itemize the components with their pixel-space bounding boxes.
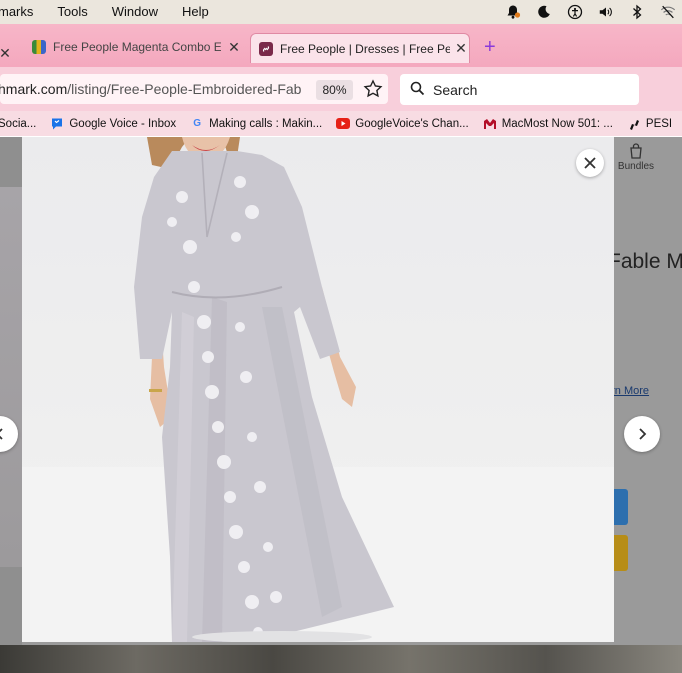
bag-icon xyxy=(630,143,642,159)
bookmark-macmost[interactable]: MacMost Now 501: ... xyxy=(483,117,613,131)
close-icon[interactable]: ✕ xyxy=(227,39,241,56)
bookmark-label: Google Voice - Inbox xyxy=(69,117,177,130)
bookmark-label: Socia... xyxy=(0,117,37,130)
close-lightbox-button[interactable] xyxy=(576,149,604,177)
tab-free-people-magenta[interactable]: Free People Magenta Combo Em ✕ xyxy=(32,32,244,62)
bookmark-making-calls[interactable]: G Making calls : Makin... xyxy=(190,117,322,131)
url-path: /listing/Free-People-Embroidered-Fab xyxy=(67,81,302,97)
menu-window[interactable]: Window xyxy=(100,0,170,24)
tab-title: Free People | Dresses | Free Peo xyxy=(280,41,450,56)
menu-tools[interactable]: Tools xyxy=(45,0,99,24)
bundles-label: Bundles xyxy=(617,161,655,172)
search-placeholder: Search xyxy=(433,81,478,98)
bookmark-label: PESI xyxy=(645,117,673,130)
next-image-button[interactable] xyxy=(624,416,660,452)
macmost-icon xyxy=(483,117,497,131)
chevron-left-icon xyxy=(0,428,3,440)
bookmark-pesi[interactable]: PESI xyxy=(627,117,672,131)
listing-title: Fable M xyxy=(608,250,682,273)
google-voice-icon xyxy=(50,117,64,131)
tab-close-partial[interactable]: ✕ xyxy=(0,38,12,68)
tab-title: Free People Magenta Combo Em xyxy=(53,40,221,54)
listing-gallery-peek xyxy=(0,137,22,645)
search-icon xyxy=(410,81,425,99)
close-icon xyxy=(584,157,596,169)
bookmark-google-voice[interactable]: Google Voice - Inbox xyxy=(50,117,176,131)
new-tab-button[interactable]: + xyxy=(484,37,496,57)
bookmark-social[interactable]: Socia... xyxy=(0,118,36,130)
bookmarks-bar: Socia... Google Voice - Inbox G Making c… xyxy=(0,111,682,136)
zoom-badge[interactable]: 80% xyxy=(316,80,353,100)
volume-icon[interactable] xyxy=(598,4,614,20)
buy-now-button[interactable] xyxy=(612,489,628,525)
link-icon xyxy=(259,41,273,56)
bundles-link[interactable]: Bundles xyxy=(614,142,658,172)
bookmark-label: MacMost Now 501: ... xyxy=(501,117,613,130)
close-icon[interactable]: ✕ xyxy=(454,40,468,57)
tab-free-people-dresses[interactable]: Free People | Dresses | Free Peo ✕ xyxy=(250,33,470,63)
bookmark-label: Making calls : Makin... xyxy=(209,117,323,130)
pesi-icon xyxy=(627,117,641,131)
shopping-bag-icon xyxy=(32,40,46,54)
search-input[interactable]: Search xyxy=(400,74,639,105)
moon-icon[interactable] xyxy=(536,4,552,20)
dress-photo-illustration xyxy=(22,137,614,642)
menu-help[interactable]: Help xyxy=(170,0,221,24)
browser-window: marks Tools Window Help ✕ Free People Ma… xyxy=(0,0,682,673)
close-icon[interactable]: ✕ xyxy=(0,45,12,62)
menu-bar: marks Tools Window Help xyxy=(0,0,682,24)
desktop-wallpaper xyxy=(0,645,682,673)
make-offer-button[interactable] xyxy=(612,535,628,571)
wifi-off-icon[interactable] xyxy=(660,4,676,20)
menu-bookmarks[interactable]: marks xyxy=(0,0,45,24)
bookmark-label: GoogleVoice's Chan... xyxy=(355,117,469,130)
status-icons xyxy=(505,0,676,24)
google-icon: G xyxy=(193,118,202,129)
notification-bell-icon[interactable] xyxy=(505,4,521,20)
listing-photo-enlarged xyxy=(22,137,614,642)
accessibility-icon[interactable] xyxy=(567,4,583,20)
tab-strip: ✕ Free People Magenta Combo Em ✕ Free Pe… xyxy=(0,24,682,67)
url-domain: hmark.com xyxy=(0,81,68,97)
bookmark-googlevoice-channel[interactable]: GoogleVoice's Chan... xyxy=(336,117,469,131)
chevron-right-icon xyxy=(639,428,647,440)
bluetooth-icon[interactable] xyxy=(629,4,645,20)
youtube-icon xyxy=(336,117,351,131)
bookmark-star-icon[interactable] xyxy=(362,78,384,100)
dress-thumbnail xyxy=(0,187,22,567)
